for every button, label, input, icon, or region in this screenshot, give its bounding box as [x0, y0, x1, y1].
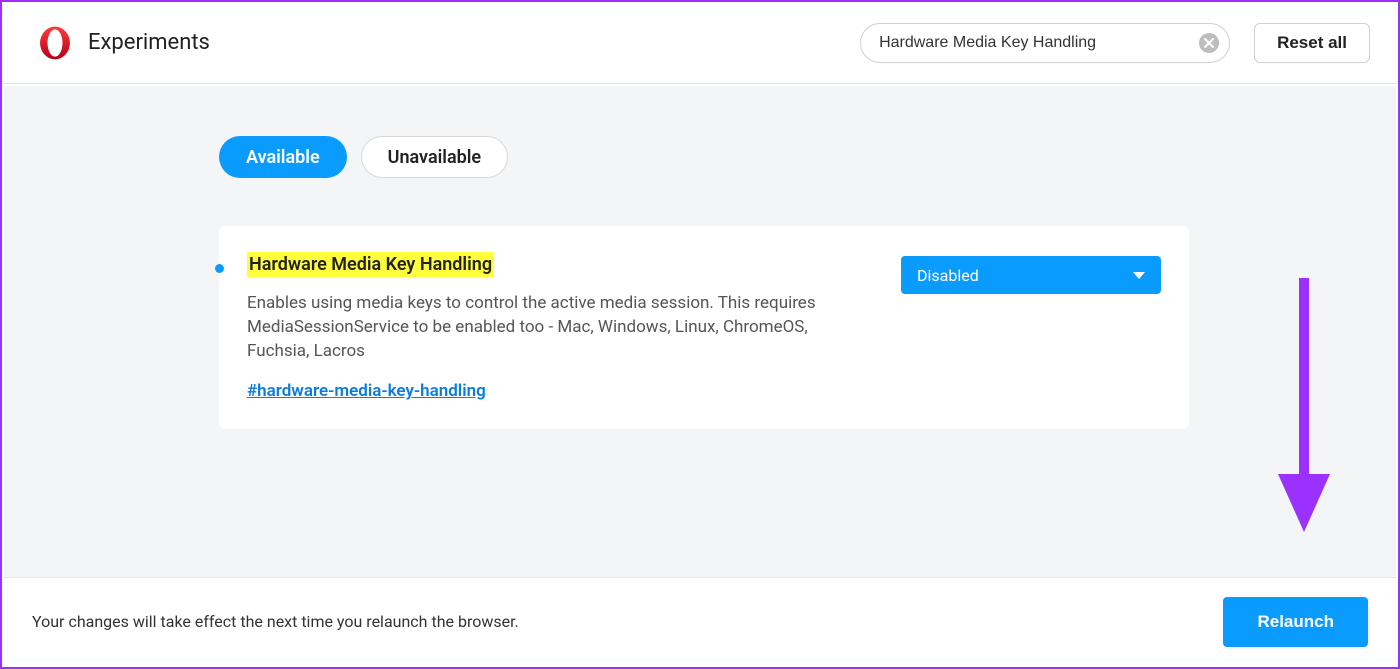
- footer-message: Your changes will take effect the next t…: [32, 612, 519, 631]
- window-frame: Experiments Reset all Available Unavaila…: [0, 0, 1400, 669]
- content-column: Available Unavailable Hardware Media Key…: [219, 136, 1189, 429]
- main-area: Available Unavailable Hardware Media Key…: [4, 86, 1396, 577]
- flag-title: Hardware Media Key Handling: [247, 252, 494, 277]
- clear-search-icon[interactable]: [1199, 33, 1219, 53]
- tab-unavailable[interactable]: Unavailable: [361, 136, 508, 178]
- relaunch-button[interactable]: Relaunch: [1223, 597, 1368, 647]
- footer-bar: Your changes will take effect the next t…: [4, 577, 1396, 665]
- flag-state-dropdown[interactable]: Disabled: [901, 256, 1161, 294]
- tab-available[interactable]: Available: [219, 136, 347, 178]
- flag-description: Enables using media keys to control the …: [247, 291, 861, 363]
- dropdown-value: Disabled: [917, 266, 979, 285]
- opera-logo-icon: [38, 26, 72, 60]
- page-title: Experiments: [88, 30, 210, 55]
- reset-all-button[interactable]: Reset all: [1254, 23, 1370, 63]
- flag-hash-link[interactable]: #hardware-media-key-handling: [247, 381, 486, 401]
- chevron-down-icon: [1133, 272, 1145, 279]
- flag-text-block: Hardware Media Key Handling Enables usin…: [247, 252, 901, 401]
- modified-indicator-icon: [215, 264, 224, 273]
- search-box[interactable]: [860, 23, 1230, 63]
- tabs: Available Unavailable: [219, 136, 1189, 178]
- search-input[interactable]: [879, 34, 1199, 52]
- header-bar: Experiments Reset all: [2, 2, 1398, 84]
- flag-card: Hardware Media Key Handling Enables usin…: [219, 226, 1189, 429]
